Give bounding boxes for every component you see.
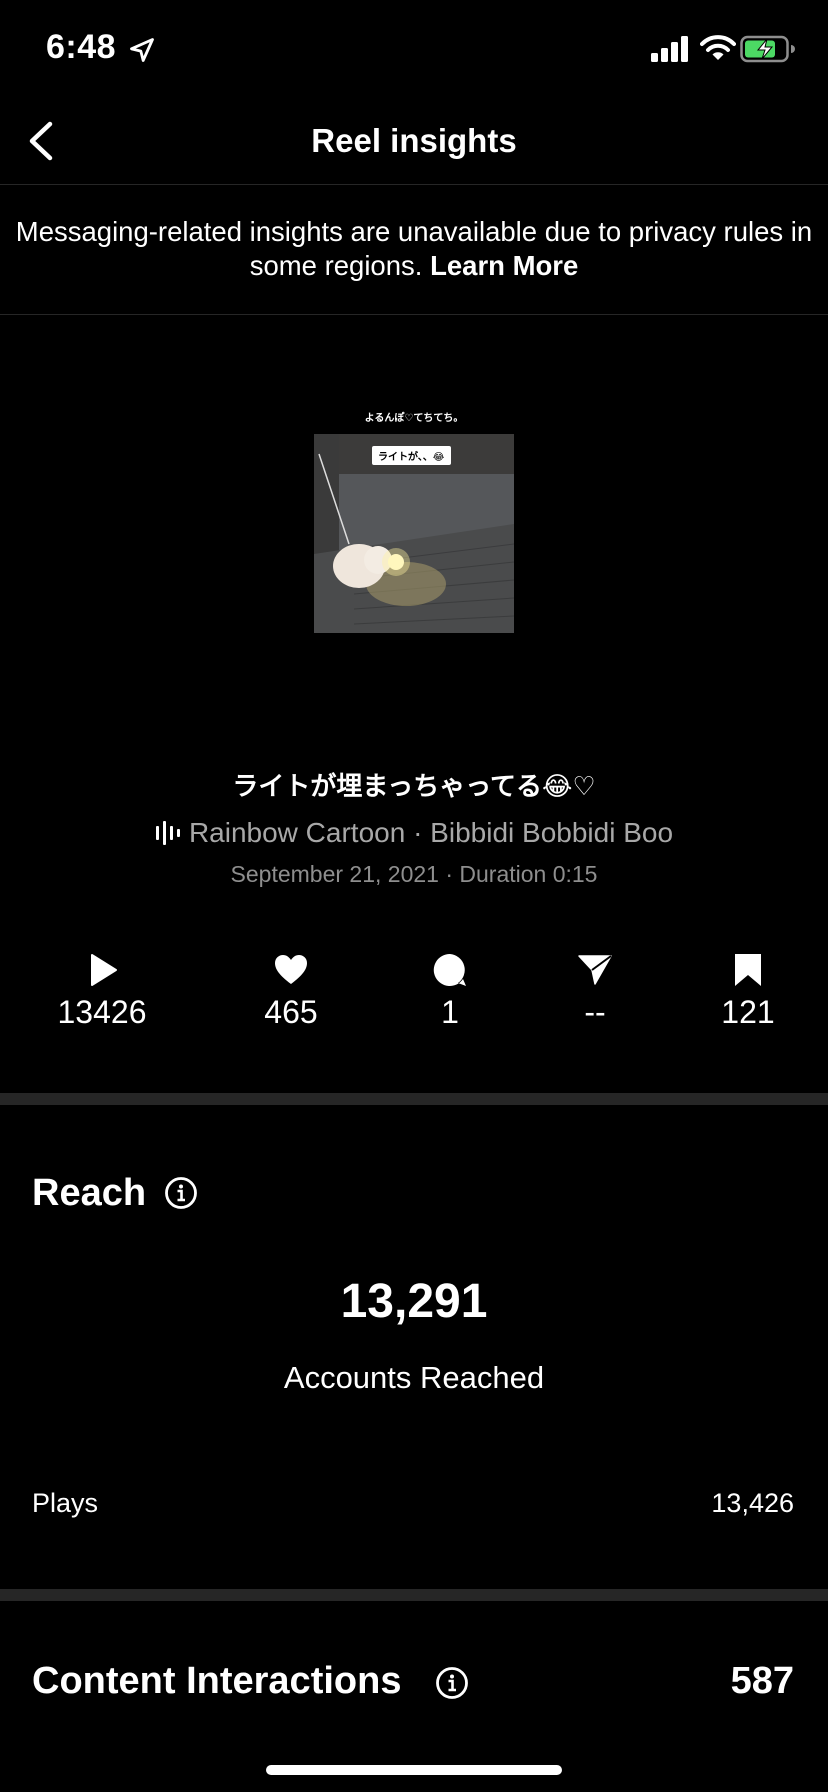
stat-plays-value: 13426 (57, 994, 147, 1030)
plays-value: 13,426 (711, 1488, 794, 1518)
plays-label: Plays (32, 1488, 99, 1518)
content-interactions-title: Content Interactions (32, 1660, 402, 1702)
section-divider (0, 1093, 828, 1105)
privacy-notice: Messaging-related insights are unavailab… (0, 185, 828, 315)
content-interactions-info-icon[interactable] (435, 1666, 469, 1700)
home-indicator[interactable] (266, 1765, 562, 1775)
share-paper-plane-icon (578, 955, 612, 985)
stat-shares: -- (515, 952, 675, 1031)
wifi-icon (700, 35, 736, 60)
status-time: 6:48 (46, 28, 117, 66)
audio-track[interactable]: Rainbow Cartoon · Bibbidi Bobbidi Boo (0, 817, 828, 849)
stat-saves: 121 (668, 952, 828, 1031)
cellular-signal-icon (651, 36, 688, 62)
privacy-notice-text: Messaging-related insights are unavailab… (15, 216, 813, 281)
section-divider (0, 1589, 828, 1601)
thumbnail-text-sticker: ライトが、、😂 (372, 446, 451, 465)
reel-thumbnail[interactable]: ライトが、、😂 (314, 434, 514, 633)
reach-title: Reach (32, 1172, 147, 1214)
location-arrow-icon (130, 38, 154, 62)
stat-comments-value: 1 (441, 994, 459, 1030)
reach-info-icon[interactable] (164, 1176, 198, 1210)
accounts-reached-label: Accounts Reached (283, 1360, 545, 1395)
stat-plays: 13426 (22, 952, 182, 1031)
heart-icon (275, 955, 307, 984)
thumbnail-caption: よるんぽ♡てちてち。 (364, 413, 464, 424)
stat-shares-value: -- (584, 994, 606, 1030)
reel-date-duration: September 21, 2021 · Duration 0:15 (230, 861, 598, 887)
play-icon (91, 954, 117, 986)
status-bar: 6:48 (0, 0, 828, 100)
stat-comments: 1 (370, 952, 530, 1031)
page-title: Reel insights (311, 122, 517, 159)
reel-caption: ライトが埋まっちゃってる😂♡ (232, 771, 596, 801)
comment-bubble-icon (433, 953, 466, 986)
content-interactions-value: 587 (730, 1660, 794, 1702)
learn-more-link[interactable]: Learn More (430, 250, 578, 281)
stat-likes: 465 (211, 952, 371, 1031)
audio-track-label: Rainbow Cartoon · Bibbidi Bobbidi Boo (188, 817, 674, 848)
stat-saves-value: 121 (721, 994, 775, 1030)
accounts-reached-value: 13,291 (340, 1275, 488, 1328)
nav-bar: Reel insights (0, 100, 828, 185)
battery-charging-icon (740, 35, 795, 63)
bookmark-icon (735, 954, 761, 986)
audio-waveform-icon (155, 820, 180, 845)
stat-likes-value: 465 (264, 994, 318, 1030)
